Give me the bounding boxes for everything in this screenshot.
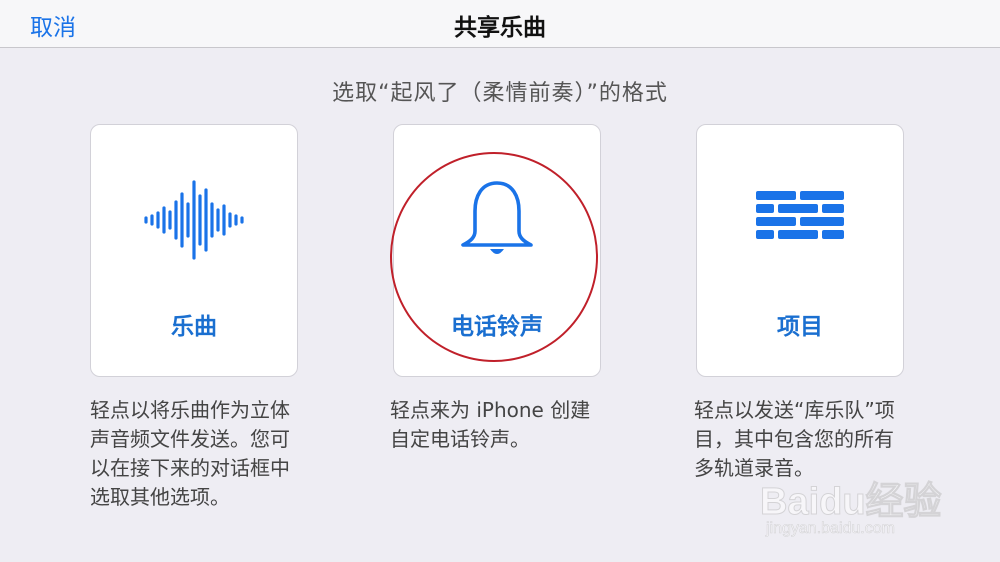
project-format-description: 轻点以发送“库乐队”项目，其中包含您的所有多轨道录音。 [694,398,895,480]
navigation-bar: 取消 共享乐曲 [0,0,1000,48]
page-title: 共享乐曲 [454,15,546,41]
song-format-card[interactable]: 乐曲 [90,124,298,377]
ringtone-format-description: 轻点来为 iPhone 创建自定电话铃声。 [390,398,591,451]
watermark-url: jingyan.baidu.com [766,520,896,538]
ringtone-format-card[interactable]: 电话铃声 [393,124,601,377]
project-format-card[interactable]: 项目 [696,124,904,377]
project-format-label: 项目 [777,314,823,340]
song-format-description: 轻点以将乐曲作为立体声音频文件发送。您可以在接下来的对话框中选取其他选项。 [90,398,290,509]
song-format-label: 乐曲 [171,314,217,340]
ringtone-format-label: 电话铃声 [451,314,543,340]
waveform-icon [91,175,297,265]
format-prompt: 选取“起风了（柔情前奏）”的格式 [332,81,668,106]
bricks-icon [697,175,903,265]
bell-icon [394,175,600,265]
